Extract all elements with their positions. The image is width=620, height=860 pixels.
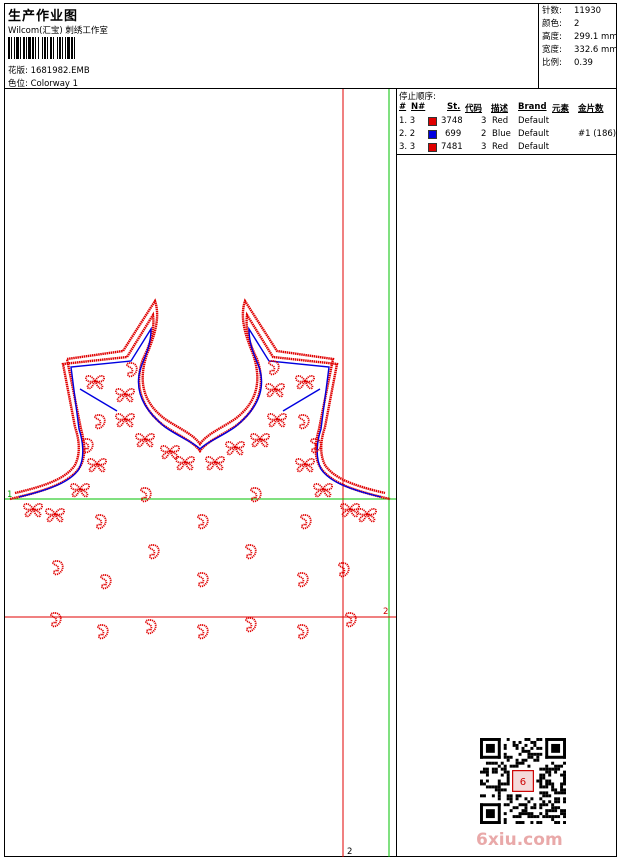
- guide-label-2: 2: [383, 607, 389, 617]
- svg-text:6: 6: [520, 777, 526, 788]
- guide-label-2-bottom: 2: [347, 847, 353, 857]
- col-header-code: 代码: [465, 104, 483, 114]
- bodice-outline: [9, 298, 391, 501]
- barcode-image: [8, 37, 75, 59]
- color-swatch: [428, 143, 437, 152]
- company-name: Wilcom(汇宝) 刺绣工作室: [8, 26, 108, 36]
- col-header-sequins: 金片数: [578, 104, 604, 114]
- col-header-desc: 描述: [491, 104, 509, 114]
- embroidery-design-canvas: [5, 89, 396, 857]
- colorway-line: 色位: Colorway 1: [8, 77, 78, 89]
- stat-height: 高度: 299.1 mm: [542, 32, 618, 42]
- col-header-index: #: [399, 102, 407, 112]
- header-block: 生产作业图 Wilcom(汇宝) 刺绣工作室 花版: 1681982.EMB 色…: [4, 3, 618, 89]
- stats-panel: 针数: 11930 颜色: 2 高度: 299.1 mm 宽度: 332.6 mm 比例…: [538, 3, 618, 89]
- color-swatch: [428, 117, 437, 126]
- col-header-needle: N#: [411, 102, 426, 112]
- watermark-logo: 6xiu.com: [476, 830, 563, 850]
- col-header-stitches: St.: [447, 102, 461, 112]
- color-swatch: [428, 130, 437, 139]
- design-file-line: 花版: 1681982.EMB: [8, 64, 90, 76]
- col-header-brand: Brand: [518, 102, 547, 112]
- stat-scale: 比例: 0.39: [542, 58, 593, 68]
- stat-colors: 颜色: 2: [542, 19, 580, 29]
- colorway-value: Colorway 1: [30, 79, 79, 89]
- page-title: 生产作业图: [8, 9, 79, 24]
- qr-code-image: 6: [480, 738, 566, 824]
- colorway-label: 色位:: [8, 79, 28, 89]
- stat-width: 宽度: 332.6 mm: [542, 45, 618, 55]
- design-label: 花版:: [8, 66, 28, 76]
- guide-label-1: 1: [7, 490, 13, 500]
- stat-stitches: 针数: 11930: [542, 6, 602, 16]
- col-header-element: 元素: [552, 104, 570, 114]
- stop-sequence-table: 停止顺序: # N# St. 代码 描述 Brand 元素 金片数 1. 3 3…: [397, 89, 617, 155]
- stop-sequence-title: 停止顺序:: [399, 92, 436, 102]
- design-value: 1681982.EMB: [30, 66, 90, 76]
